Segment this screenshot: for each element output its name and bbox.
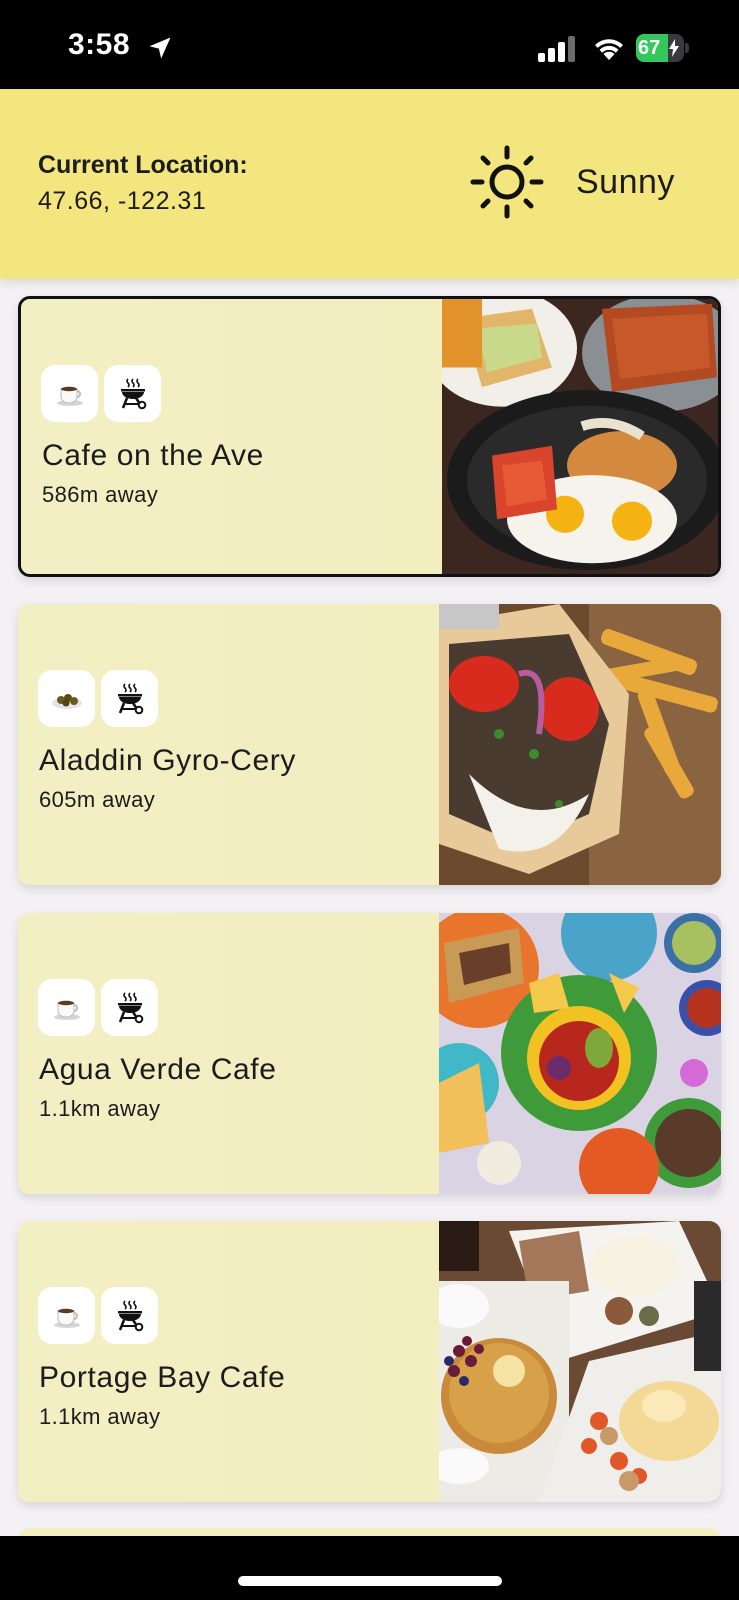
coffee-badge (41, 365, 98, 422)
coffee-badge (38, 1287, 95, 1344)
category-badges (38, 979, 158, 1036)
battery-percent: 67 (638, 37, 661, 59)
grill-icon (117, 1299, 143, 1331)
coffee-cup-icon (53, 1000, 80, 1020)
coffee-cup-icon (53, 1308, 80, 1328)
restaurant-card-portage-bay-cafe[interactable]: Portage Bay Cafe 1.1km away (18, 1221, 721, 1502)
restaurant-distance: 1.1km away (39, 1096, 161, 1121)
gyro-and-fries-photo (439, 604, 721, 885)
restaurant-card-cafe-on-the-ave[interactable]: Cafe on the Ave 586m away (18, 296, 721, 577)
grill-badge (104, 365, 161, 422)
current-location-label: Current Location: (38, 151, 248, 179)
category-badges (41, 365, 161, 422)
cellular-signal-icon (538, 36, 575, 62)
wifi-icon (595, 39, 623, 60)
weather-condition: Sunny (576, 163, 675, 201)
battery-charging-icon (669, 39, 679, 57)
restaurant-card-aladdin-gyro-cery[interactable]: Aladdin Gyro-Cery 605m away (18, 604, 721, 885)
restaurant-name: Cafe on the Ave (42, 439, 264, 472)
restaurant-name: Portage Bay Cafe (39, 1361, 286, 1394)
battery-indicator: 67 (636, 34, 689, 62)
grill-badge (101, 1287, 158, 1344)
grill-icon (120, 377, 146, 409)
coffee-cup-icon (56, 386, 83, 406)
location-weather-header: Current Location: 47.66, -122.31 Sunny (0, 89, 739, 279)
grill-badge (101, 979, 158, 1036)
falafel-badge (38, 670, 95, 727)
restaurant-distance: 605m away (39, 787, 156, 812)
pancakes-brunch-photo (439, 1221, 721, 1502)
mexican-dishes-photo (439, 913, 721, 1194)
location-arrow-icon (149, 37, 171, 59)
category-badges (38, 670, 158, 727)
home-indicator[interactable] (238, 1576, 502, 1586)
restaurant-name: Agua Verde Cafe (39, 1053, 277, 1086)
status-bar: 3:58 67 (0, 0, 739, 89)
coffee-badge (38, 979, 95, 1036)
home-bar-area (0, 1536, 739, 1600)
grill-badge (101, 670, 158, 727)
grill-icon (117, 991, 143, 1023)
sun-icon (470, 145, 544, 219)
breakfast-plates-photo (442, 299, 718, 574)
restaurant-name: Aladdin Gyro-Cery (39, 744, 296, 777)
restaurant-card-agua-verde-cafe[interactable]: Agua Verde Cafe 1.1km away (18, 913, 721, 1194)
restaurant-distance: 1.1km away (39, 1404, 161, 1429)
current-location-coordinates: 47.66, -122.31 (38, 187, 207, 215)
restaurant-distance: 586m away (42, 482, 159, 507)
falafel-plate-icon (51, 693, 82, 709)
grill-icon (117, 682, 143, 714)
status-time: 3:58 (68, 28, 131, 61)
category-badges (38, 1287, 158, 1344)
